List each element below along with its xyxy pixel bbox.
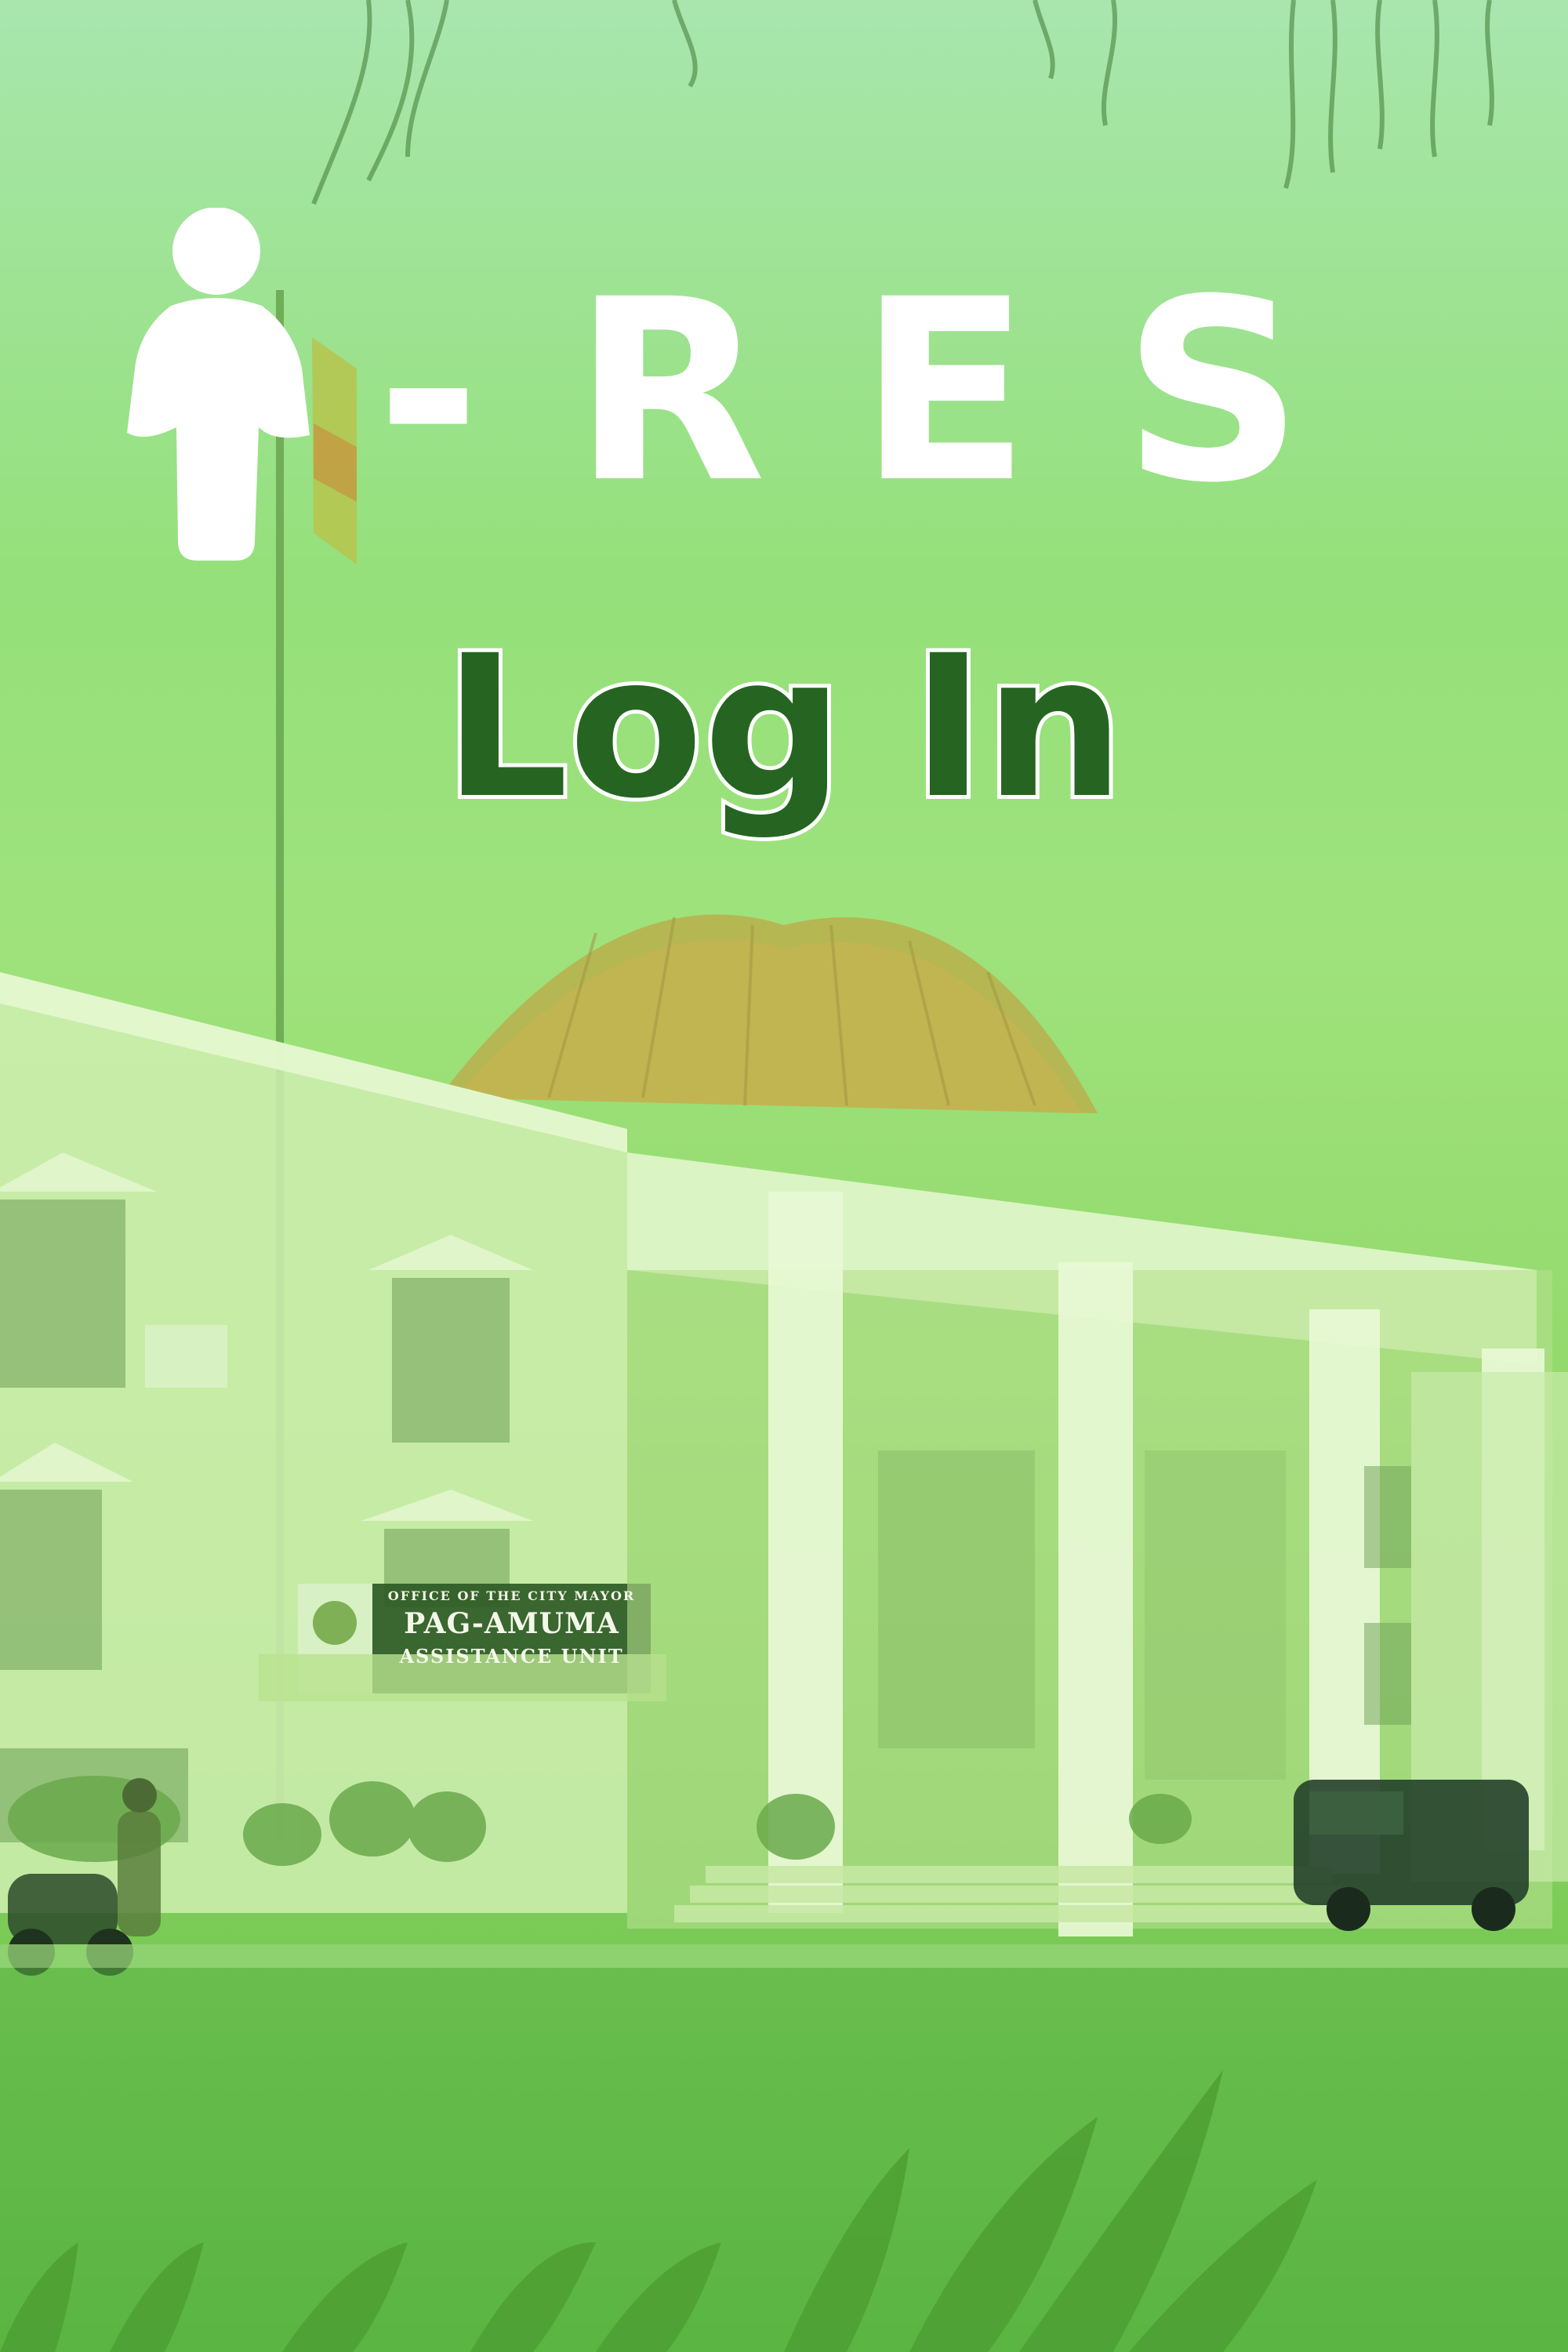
login-screen: -RES Log In OFFICE OF THE CITY MAYOR PAG…	[0, 0, 1568, 2352]
sign-line-1: OFFICE OF THE CITY MAYOR	[387, 1588, 636, 1603]
person-icon	[127, 208, 310, 561]
sign-line-2: PAG-AMUMA	[404, 1607, 619, 1640]
sign-line-3: ASSISTANCE UNIT	[399, 1645, 624, 1668]
app-logo-text: -RES	[376, 246, 1396, 538]
page-title: Log In	[440, 613, 1128, 841]
background-sign: OFFICE OF THE CITY MAYOR PAG-AMUMA ASSIS…	[298, 1584, 651, 1693]
